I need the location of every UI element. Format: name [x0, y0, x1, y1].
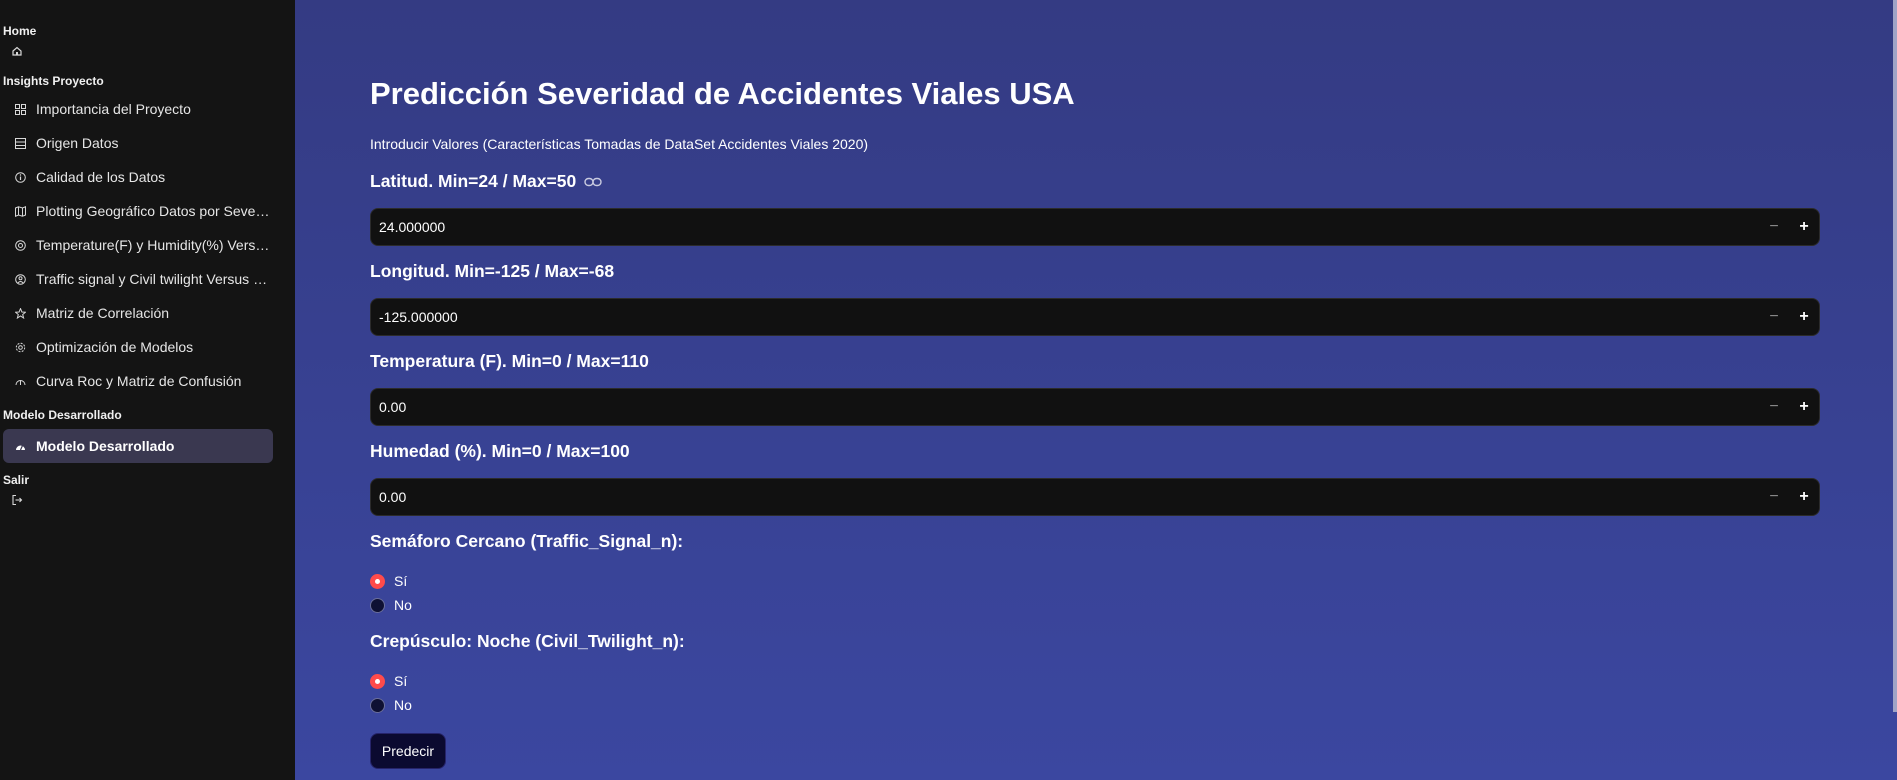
- temperature-field[interactable]: [371, 389, 1759, 425]
- radio-selected-icon: [370, 573, 385, 589]
- humidity-label: Humedad (%). Min=0 / Max=100: [370, 441, 630, 461]
- longitude-increment-button[interactable]: +: [1789, 299, 1819, 335]
- sidebar-item-temperature[interactable]: Temperature(F) y Humidity(%) Vers…: [3, 228, 273, 262]
- sidebar-item-origen[interactable]: Origen Datos: [3, 126, 273, 160]
- star-icon: [14, 307, 26, 319]
- longitude-label: Longitud. Min=-125 / Max=-68: [370, 261, 615, 281]
- traffic-signal-option-no[interactable]: No: [370, 595, 412, 615]
- civil-twilight-option-si[interactable]: Sí: [370, 671, 407, 691]
- logout-link[interactable]: [0, 491, 295, 513]
- temperature-input: − +: [370, 388, 1820, 426]
- longitude-field[interactable]: [371, 299, 1759, 335]
- latitude-field[interactable]: [371, 209, 1759, 245]
- section-title-modelo: Modelo Desarrollado: [3, 408, 122, 422]
- humidity-increment-button[interactable]: +: [1789, 479, 1819, 515]
- sidebar-item-label: Optimización de Modelos: [36, 339, 194, 355]
- sidebar-item-label: Calidad de los Datos: [36, 169, 166, 185]
- model-icon: [14, 440, 26, 452]
- traffic-icon: [14, 273, 26, 285]
- latitude-decrement-button[interactable]: −: [1759, 209, 1789, 245]
- temperature-label: Temperatura (F). Min=0 / Max=110: [370, 351, 649, 371]
- sidebar-item-label: Curva Roc y Matriz de Confusión: [36, 373, 242, 389]
- radio-unselected-icon: [370, 697, 385, 713]
- predict-button[interactable]: Predecir: [370, 733, 446, 769]
- radio-label: Sí: [394, 673, 408, 689]
- sidebar: Home Insights Proyecto Importancia del P…: [0, 0, 295, 780]
- sidebar-item-label: Origen Datos: [36, 135, 119, 151]
- page-title: Predicción Severidad de Accidentes Viale…: [370, 76, 1075, 111]
- main-content: Predicción Severidad de Accidentes Viale…: [295, 0, 1897, 780]
- sidebar-item-matriz[interactable]: Matriz de Correlación: [3, 296, 273, 330]
- home-link[interactable]: [0, 42, 295, 64]
- latitude-label: Latitud. Min=24 / Max=50: [370, 171, 602, 192]
- sidebar-item-label: Importancia del Proyecto: [36, 101, 191, 117]
- link-icon[interactable]: [584, 176, 602, 188]
- temperature-decrement-button[interactable]: −: [1759, 389, 1789, 425]
- longitude-input: − +: [370, 298, 1820, 336]
- table-icon: [14, 137, 26, 149]
- latitude-label-text: Latitud. Min=24 / Max=50: [370, 171, 577, 191]
- sidebar-item-traffic[interactable]: Traffic signal y Civil twilight Versus …: [3, 262, 273, 296]
- map-icon: [14, 205, 26, 217]
- radio-label: No: [394, 597, 412, 613]
- humidity-decrement-button[interactable]: −: [1759, 479, 1789, 515]
- radio-unselected-icon: [370, 597, 385, 613]
- logout-icon: [11, 493, 23, 511]
- sidebar-item-curva-roc[interactable]: Curva Roc y Matriz de Confusión: [3, 364, 273, 398]
- sidebar-item-label: Temperature(F) y Humidity(%) Vers…: [36, 237, 270, 253]
- civil-twilight-option-no[interactable]: No: [370, 695, 412, 715]
- gear-icon: [14, 341, 26, 353]
- longitude-decrement-button[interactable]: −: [1759, 299, 1789, 335]
- latitude-input: − +: [370, 208, 1820, 246]
- dashboard-icon: [14, 103, 26, 115]
- scrollbar[interactable]: [1893, 0, 1897, 712]
- sidebar-item-plotting[interactable]: Plotting Geográfico Datos por Seve…: [3, 194, 273, 228]
- radio-label: No: [394, 697, 412, 713]
- temperature-increment-button[interactable]: +: [1789, 389, 1819, 425]
- sidebar-item-label: Traffic signal y Civil twilight Versus …: [36, 271, 268, 287]
- intro-text: Introducir Valores (Características Toma…: [370, 136, 869, 152]
- info-icon: [14, 171, 26, 183]
- humidity-input: − +: [370, 478, 1820, 516]
- traffic-signal-option-si[interactable]: Sí: [370, 571, 407, 591]
- thermostat-icon: [14, 239, 26, 251]
- sidebar-item-modelo-desarrollado[interactable]: Modelo Desarrollado: [3, 429, 273, 463]
- chart-icon: [14, 375, 26, 387]
- radio-selected-icon: [370, 673, 385, 689]
- section-title-home: Home: [3, 24, 37, 38]
- humidity-field[interactable]: [371, 479, 1759, 515]
- latitude-increment-button[interactable]: +: [1789, 209, 1819, 245]
- sidebar-item-label: Modelo Desarrollado: [36, 438, 175, 454]
- sidebar-item-label: Matriz de Correlación: [36, 305, 170, 321]
- sidebar-item-optimizacion[interactable]: Optimización de Modelos: [3, 330, 273, 364]
- section-title-salir: Salir: [3, 473, 30, 487]
- sidebar-item-calidad[interactable]: Calidad de los Datos: [3, 160, 273, 194]
- sidebar-item-label: Plotting Geográfico Datos por Seve…: [36, 203, 270, 219]
- sidebar-item-importancia[interactable]: Importancia del Proyecto: [3, 92, 273, 126]
- home-icon: [11, 44, 23, 62]
- section-title-insights: Insights Proyecto: [3, 74, 104, 88]
- radio-label: Sí: [394, 573, 408, 589]
- civil-twilight-label: Crepúsculo: Noche (Civil_Twilight_n):: [370, 631, 685, 651]
- traffic-signal-label: Semáforo Cercano (Traffic_Signal_n):: [370, 531, 684, 551]
